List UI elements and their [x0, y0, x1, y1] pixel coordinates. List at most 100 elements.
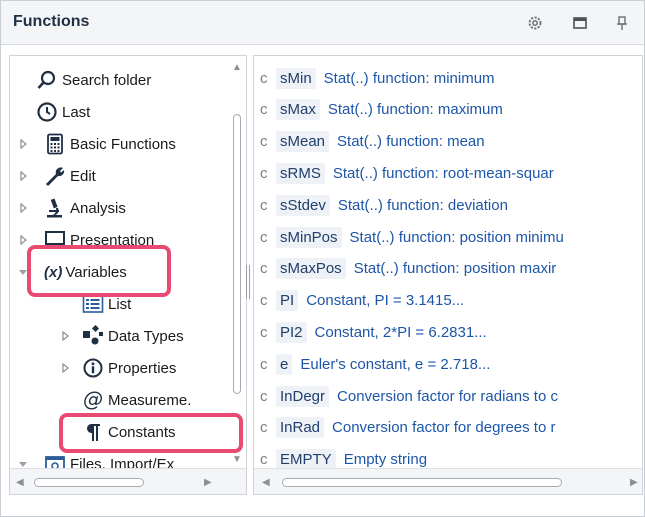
wrench-icon — [44, 165, 66, 187]
function-name: InDegr — [276, 385, 330, 407]
microscope-icon — [44, 197, 66, 219]
highlight-variables — [27, 245, 171, 297]
function-description: Stat(..) function: position maxir — [353, 260, 557, 278]
tree-item-label: Analysis — [70, 199, 126, 217]
function-row[interactable]: c sMean Stat(..) function: mean — [260, 126, 485, 158]
tree-item-last[interactable]: Last — [36, 96, 90, 128]
scroll-right-icon[interactable]: ▶ — [204, 477, 212, 488]
constant-type-icon: c — [260, 419, 268, 437]
constant-type-icon: c — [260, 260, 268, 278]
tree-horizontal-scrollbar[interactable]: ◀ ▶ — [10, 468, 246, 494]
function-row[interactable]: c sRMS Stat(..) function: root-mean-squar — [260, 157, 554, 189]
function-name: e — [276, 353, 293, 375]
scroll-down-icon[interactable]: ▼ — [232, 454, 242, 465]
tree-item-search-folder[interactable]: Search folder — [36, 64, 151, 96]
function-name: PI — [276, 290, 299, 312]
chevron-right-icon[interactable] — [18, 168, 44, 185]
tree-item-data-types[interactable]: Data Types — [60, 320, 184, 352]
function-description: Stat(..) function: root-mean-squar — [332, 164, 554, 182]
scroll-left-icon[interactable]: ◀ — [16, 477, 24, 488]
constant-type-icon: c — [260, 196, 268, 214]
calculator-icon — [44, 133, 66, 155]
panel-title: Functions — [13, 13, 90, 30]
function-row[interactable]: c sMinPos Stat(..) function: position mini… — [260, 221, 564, 253]
tree-item-measureme[interactable]: @ Measureme. — [82, 384, 191, 416]
function-name: sRMS — [276, 162, 325, 184]
function-row[interactable]: c sMin Stat(..) function: minimum — [260, 62, 495, 94]
tree-item-label: Edit — [70, 167, 96, 185]
at-icon: @ — [82, 389, 104, 411]
function-row[interactable]: c e Euler's constant, e = 2.718... — [260, 348, 490, 380]
clock-icon — [36, 101, 58, 123]
gear-icon[interactable] — [526, 14, 544, 32]
constant-type-icon: c — [260, 355, 268, 373]
function-name: sMean — [276, 131, 330, 153]
function-description: Stat(..) function: position minimu — [349, 228, 564, 246]
pin-icon[interactable] — [613, 14, 631, 32]
search-icon — [36, 69, 58, 91]
constant-type-icon: c — [260, 164, 268, 182]
function-row[interactable]: c PI2 Constant, 2*PI = 6.2831... — [260, 316, 487, 348]
constant-type-icon: c — [260, 228, 268, 246]
tree-item-basic-functions[interactable]: Basic Functions — [18, 128, 176, 160]
tree-item-analysis[interactable]: Analysis — [18, 192, 126, 224]
function-name: sMaxPos — [276, 258, 346, 280]
tree-item-label: Search folder — [62, 71, 152, 89]
function-description: Stat(..) function: maximum — [327, 101, 503, 119]
function-row[interactable]: c sStdev Stat(..) function: deviation — [260, 189, 508, 221]
panel-titlebar: Functions — [1, 1, 644, 45]
highlight-constants — [59, 413, 243, 453]
constant-type-icon: c — [260, 323, 268, 341]
function-description: Constant, PI = 3.1415... — [306, 292, 465, 310]
constant-type-icon: c — [260, 451, 268, 469]
function-name: PI2 — [276, 321, 307, 343]
constant-type-icon: c — [260, 101, 268, 119]
function-name: EMPTY — [276, 449, 336, 471]
list-hscroll-thumb[interactable] — [282, 478, 562, 487]
datatypes-icon — [82, 325, 104, 347]
function-row[interactable]: c sMaxPos Stat(..) function: position maxi… — [260, 253, 556, 285]
chevron-right-icon[interactable] — [60, 360, 82, 377]
tree-item-label: Measureme. — [108, 391, 192, 409]
scroll-up-icon[interactable]: ▲ — [232, 62, 242, 73]
function-name: sMinPos — [276, 226, 342, 248]
list-horizontal-scrollbar[interactable]: ◀ ▶ — [254, 468, 642, 494]
tree-item-label: Basic Functions — [70, 135, 176, 153]
function-description: Conversion factor for degrees to r — [332, 419, 556, 437]
function-row[interactable]: c PI Constant, PI = 3.1415... — [260, 285, 464, 317]
chevron-right-icon[interactable] — [18, 136, 44, 153]
function-description: Stat(..) function: minimum — [323, 69, 495, 87]
function-description: Empty string — [343, 451, 428, 469]
svg-text:@: @ — [83, 389, 103, 411]
chevron-right-icon[interactable] — [60, 328, 82, 345]
function-name: sMin — [276, 67, 316, 89]
scroll-right-icon[interactable]: ▶ — [630, 477, 638, 488]
function-description: Constant, 2*PI = 6.2831... — [314, 323, 487, 341]
tree-item-edit[interactable]: Edit — [18, 160, 96, 192]
tree-vscroll-thumb[interactable] — [233, 114, 241, 394]
info-icon — [82, 357, 104, 379]
panel-splitter[interactable] — [245, 265, 251, 299]
tree-hscroll-thumb[interactable] — [34, 478, 144, 487]
functions-panel: Functions Search folder Last Basic Functio… — [0, 0, 645, 517]
scroll-left-icon[interactable]: ◀ — [262, 477, 270, 488]
constant-type-icon: c — [260, 387, 268, 405]
function-description: Stat(..) function: deviation — [337, 196, 508, 214]
function-row[interactable]: c sMax Stat(..) function: maximum — [260, 94, 503, 126]
function-name: sMax — [276, 99, 320, 121]
constant-type-icon: c — [260, 292, 268, 310]
tree-vertical-scrollbar[interactable]: ▲ ▼ — [228, 56, 246, 470]
tree-item-label: Data Types — [108, 327, 184, 345]
constant-type-icon: c — [260, 69, 268, 87]
function-name: sStdev — [276, 194, 330, 216]
tree-item-label: Properties — [108, 359, 177, 377]
function-description: Conversion factor for radians to c — [337, 387, 558, 405]
chevron-right-icon[interactable] — [18, 200, 44, 217]
function-description: Stat(..) function: mean — [337, 133, 485, 151]
function-row[interactable]: c InRad Conversion factor for degrees to r — [260, 412, 555, 444]
maximize-icon[interactable] — [571, 14, 589, 32]
constant-type-icon: c — [260, 133, 268, 151]
function-row[interactable]: c InDegr Conversion factor for radians to … — [260, 380, 558, 412]
tree-item-properties[interactable]: Properties — [60, 352, 176, 384]
function-list[interactable]: c sMin Stat(..) function: minimum c sMax Stat… — [253, 55, 643, 495]
